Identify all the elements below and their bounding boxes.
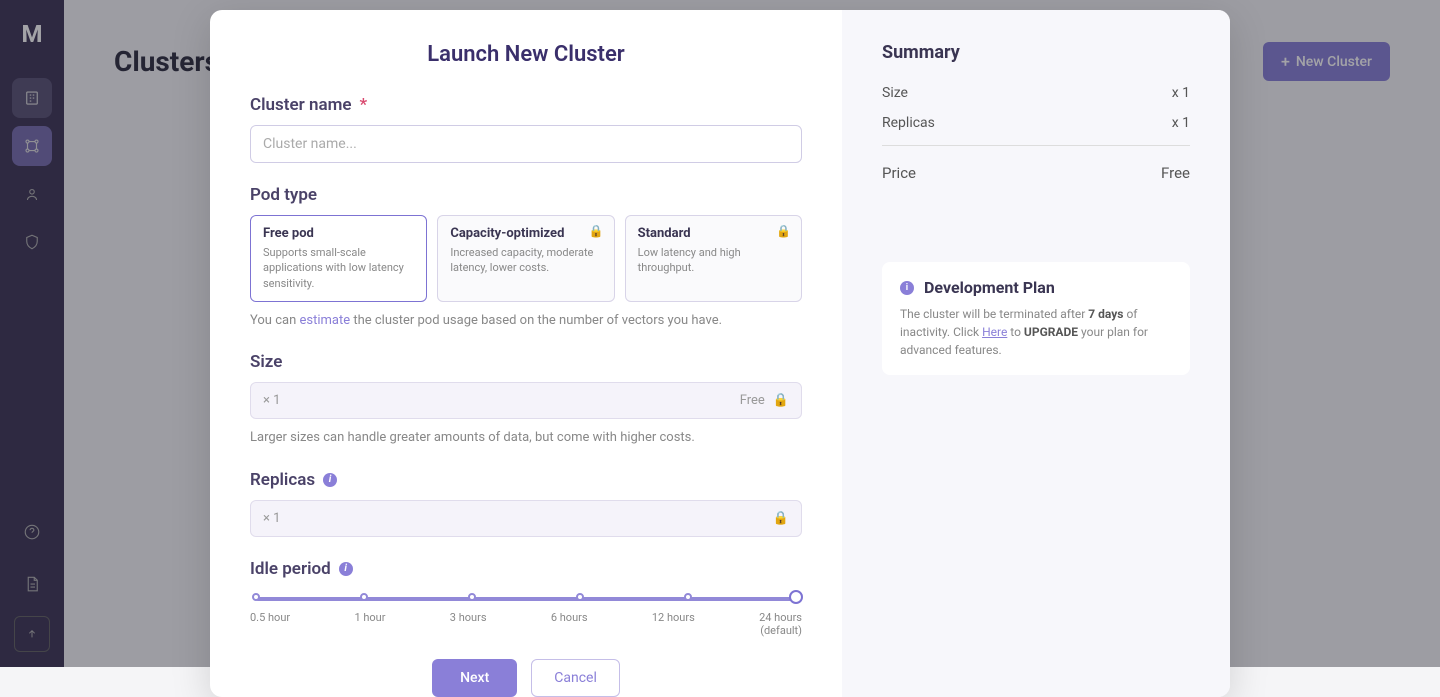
summary-size-row: Sizex 1	[882, 85, 1190, 101]
lock-icon: 🔒	[773, 511, 789, 526]
size-section: Size × 1 Free 🔒 Larger sizes can handle …	[250, 352, 802, 447]
required-asterisk: *	[360, 95, 368, 115]
pod-option-capacity[interactable]: 🔒 Capacity-optimized Increased capacity,…	[437, 215, 614, 302]
next-button[interactable]: Next	[432, 659, 517, 697]
pod-free-title: Free pod	[263, 226, 414, 241]
launch-cluster-modal: Launch New Cluster Cluster name * Pod ty…	[210, 10, 1230, 697]
info-icon: i	[900, 281, 914, 295]
plan-body: The cluster will be terminated after 7 d…	[900, 305, 1172, 359]
slider-stop-1: 1 hour	[354, 611, 385, 637]
lock-icon: 🔒	[776, 224, 791, 238]
cancel-button[interactable]: Cancel	[531, 659, 620, 697]
summary-title: Summary	[882, 42, 1190, 63]
pod-option-free[interactable]: Free pod Supports small-scale applicatio…	[250, 215, 427, 302]
summary-divider	[882, 145, 1190, 146]
lock-icon: 🔒	[773, 393, 789, 408]
info-icon[interactable]: i	[339, 562, 353, 576]
cluster-name-label: Cluster name	[250, 95, 352, 115]
cluster-name-input[interactable]	[250, 125, 802, 163]
modal-buttons: Next Cancel	[250, 659, 802, 697]
idle-label: Idle period	[250, 559, 331, 579]
slider-stop-5: 24 hours (default)	[759, 611, 802, 637]
lock-icon: 🔒	[589, 224, 604, 238]
pod-type-label: Pod type	[250, 185, 317, 205]
estimate-link[interactable]: estimate	[299, 313, 350, 328]
slider-stop-4: 12 hours	[652, 611, 695, 637]
size-helper: Larger sizes can handle greater amounts …	[250, 429, 802, 447]
summary-price-row: PriceFree	[882, 164, 1190, 182]
summary-replicas-row: Replicasx 1	[882, 115, 1190, 131]
size-badge: Free	[740, 393, 765, 408]
plan-card: i Development Plan The cluster will be t…	[882, 262, 1190, 375]
pod-capacity-desc: Increased capacity, moderate latency, lo…	[450, 245, 601, 276]
replicas-field: × 1 🔒	[250, 500, 802, 537]
replicas-label: Replicas	[250, 470, 315, 490]
pod-type-section: Pod type Free pod Supports small-scale a…	[250, 185, 802, 330]
info-icon[interactable]: i	[323, 473, 337, 487]
replicas-value: × 1	[263, 511, 280, 526]
pod-capacity-title: Capacity-optimized	[450, 226, 601, 241]
cluster-name-section: Cluster name *	[250, 95, 802, 163]
pod-standard-desc: Low latency and high throughput.	[638, 245, 789, 276]
size-label: Size	[250, 352, 282, 372]
replicas-section: Replicas i × 1 🔒	[250, 470, 802, 537]
idle-section: Idle period i 0.5 hour 1 hour 3 hours 6 …	[250, 559, 802, 637]
slider-handle[interactable]	[789, 590, 803, 604]
plan-title: Development Plan	[924, 278, 1055, 297]
summary-panel: Summary Sizex 1 Replicasx 1 PriceFree i …	[842, 10, 1230, 697]
upgrade-link[interactable]: Here	[982, 325, 1007, 339]
modal-form: Launch New Cluster Cluster name * Pod ty…	[210, 10, 842, 697]
slider-stop-3: 6 hours	[551, 611, 588, 637]
slider-stop-0: 0.5 hour	[250, 611, 290, 637]
size-field: × 1 Free 🔒	[250, 382, 802, 419]
slider-stop-2: 3 hours	[450, 611, 487, 637]
pod-free-desc: Supports small-scale applications with l…	[263, 245, 414, 291]
modal-title: Launch New Cluster	[250, 42, 802, 67]
idle-slider[interactable]: 0.5 hour 1 hour 3 hours 6 hours 12 hours…	[250, 589, 802, 637]
pod-option-standard[interactable]: 🔒 Standard Low latency and high throughp…	[625, 215, 802, 302]
size-value: × 1	[263, 393, 280, 408]
pod-helper: You can estimate the cluster pod usage b…	[250, 312, 802, 330]
pod-standard-title: Standard	[638, 226, 789, 241]
